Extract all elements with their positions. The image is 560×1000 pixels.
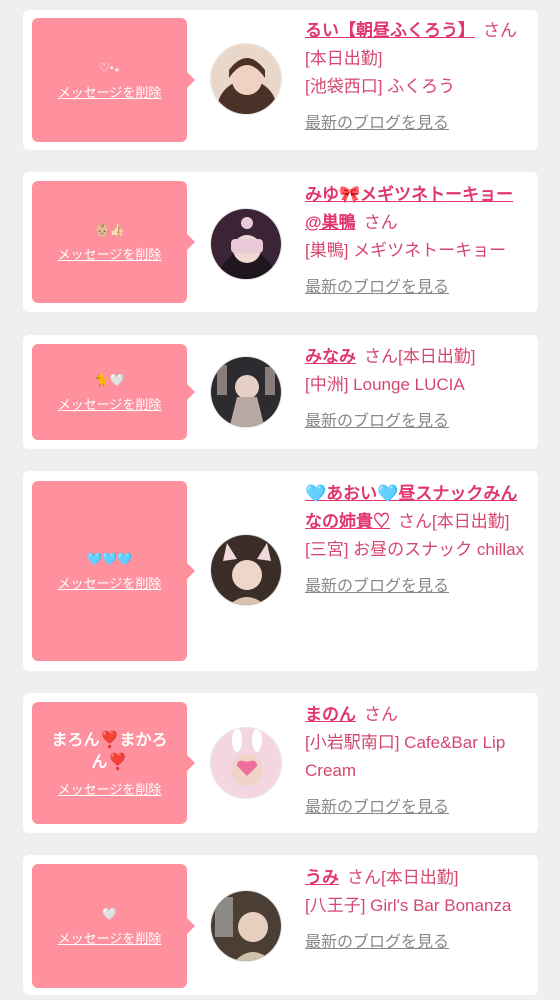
sender-name-link[interactable]: みなみ xyxy=(305,347,356,366)
status-label: [本日出勤] xyxy=(305,49,383,68)
delete-message-link[interactable]: メッセージを削除 xyxy=(58,82,162,101)
status-label: [本日出勤] xyxy=(398,347,476,366)
message-bubble: 🐈🤍 メッセージを削除 xyxy=(32,344,195,440)
list-item: ♡‧₊ メッセージを削除 るい【朝昼ふくろう】 さん [本日出勤] [池袋西口] ふ… xyxy=(23,10,538,150)
list-item: 🩵🩵🩵 メッセージを削除 🩵あおい🩵昼スナックみんなの姉貴♡ さん[本日出勤] [… xyxy=(23,471,538,671)
message-bubble: 🤍 メッセージを削除 xyxy=(32,864,195,988)
list-item: 🐈🤍 メッセージを削除 みなみ さん[本日出勤] [中洲] Lounge LUCI… xyxy=(23,335,538,449)
sender-info: うみ さん[本日出勤] [八王子] Girl's Bar Bonanza 最新のブ… xyxy=(305,864,527,952)
avatar[interactable] xyxy=(210,356,282,428)
avatar[interactable] xyxy=(210,534,282,606)
message-bubble: 🩵🩵🩵 メッセージを削除 xyxy=(32,481,195,661)
sender-info: まのん さん [小岩駅南口] Cafe&Bar Lip Cream 最新のブログを… xyxy=(305,701,527,817)
sender-info: るい【朝昼ふくろう】 さん [本日出勤] [池袋西口] ふくろう 最新のブログを見る xyxy=(305,17,527,133)
delete-message-link[interactable]: メッセージを削除 xyxy=(58,394,162,413)
latest-blog-link[interactable]: 最新のブログを見る xyxy=(305,572,449,596)
sender-name-link[interactable]: みゆ🎀メギツネトーキョー@巣鴨 xyxy=(305,185,513,232)
delete-message-link[interactable]: メッセージを削除 xyxy=(58,928,162,947)
shop-label: [中洲] Lounge LUCIA xyxy=(305,375,465,394)
sender-info: みゆ🎀メギツネトーキョー@巣鴨 さん [巣鴨] メギツネトーキョー 最新のブログを… xyxy=(305,181,527,297)
message-bubble: まろん❣️まかろん❣️ メッセージを削除 xyxy=(32,702,195,824)
avatar[interactable] xyxy=(210,43,282,115)
message-text: 🩵🩵🩵 xyxy=(87,551,132,566)
message-list: ♡‧₊ メッセージを削除 るい【朝昼ふくろう】 さん[本日出勤] [池袋西口] ふ… xyxy=(0,0,560,1000)
honorific: さん xyxy=(398,512,432,531)
sender-name-link[interactable]: まのん xyxy=(305,705,356,724)
status-label: [本日出勤] xyxy=(432,512,510,531)
latest-blog-link[interactable]: 最新のブログを見る xyxy=(305,109,449,133)
message-text: 👶🏼👍🏻 xyxy=(94,222,125,237)
sender-name-link[interactable]: るい【朝昼ふくろう】 xyxy=(305,21,475,40)
message-text: ♡‧₊ xyxy=(98,60,121,75)
latest-blog-link[interactable]: 最新のブログを見る xyxy=(305,273,449,297)
latest-blog-link[interactable]: 最新のブログを見る xyxy=(305,407,449,431)
list-item: 👶🏼👍🏻 メッセージを削除 みゆ🎀メギツネトーキョー@巣鴨 さん [巣鴨] メギツ… xyxy=(23,172,538,312)
message-bubble: 👶🏼👍🏻 メッセージを削除 xyxy=(32,181,195,303)
honorific: さん xyxy=(483,21,517,40)
honorific: さん xyxy=(364,347,398,366)
honorific: さん xyxy=(364,705,398,724)
message-text: 🤍 xyxy=(102,906,117,921)
message-text: まろん❣️まかろん❣️ xyxy=(51,729,168,771)
sender-info: 🩵あおい🩵昼スナックみんなの姉貴♡ さん[本日出勤] [三宮] お昼のスナック c… xyxy=(305,480,527,596)
avatar[interactable] xyxy=(210,727,282,799)
honorific: さん xyxy=(363,213,398,232)
latest-blog-link[interactable]: 最新のブログを見る xyxy=(305,793,449,817)
shop-label: [巣鴨] メギツネトーキョー xyxy=(305,241,507,260)
message-bubble: ♡‧₊ メッセージを削除 xyxy=(32,18,195,142)
delete-message-link[interactable]: メッセージを削除 xyxy=(58,779,162,798)
list-item: まろん❣️まかろん❣️ メッセージを削除 まのん さん [小岩駅南口] Cafe&… xyxy=(23,693,538,833)
avatar[interactable] xyxy=(210,890,282,962)
list-item: 🤍 メッセージを削除 うみ さん[本日出勤] [八王子] Girl's Bar B… xyxy=(23,855,538,995)
honorific: さん xyxy=(347,868,381,887)
sender-info: みなみ さん[本日出勤] [中洲] Lounge LUCIA 最新のブログを見る xyxy=(305,343,527,431)
avatar[interactable] xyxy=(210,208,282,280)
message-text: 🐈🤍 xyxy=(94,372,125,387)
delete-message-link[interactable]: メッセージを削除 xyxy=(58,573,162,592)
shop-label: [三宮] お昼のスナック chillax xyxy=(305,540,525,559)
shop-label: [小岩駅南口] Cafe&Bar Lip Cream xyxy=(305,733,506,780)
status-label: [本日出勤] xyxy=(381,868,459,887)
sender-name-link[interactable]: うみ xyxy=(305,868,339,887)
delete-message-link[interactable]: メッセージを削除 xyxy=(58,244,162,263)
shop-label: [池袋西口] ふくろう xyxy=(305,77,456,96)
shop-label: [八王子] Girl's Bar Bonanza xyxy=(305,896,512,915)
latest-blog-link[interactable]: 最新のブログを見る xyxy=(305,928,449,952)
